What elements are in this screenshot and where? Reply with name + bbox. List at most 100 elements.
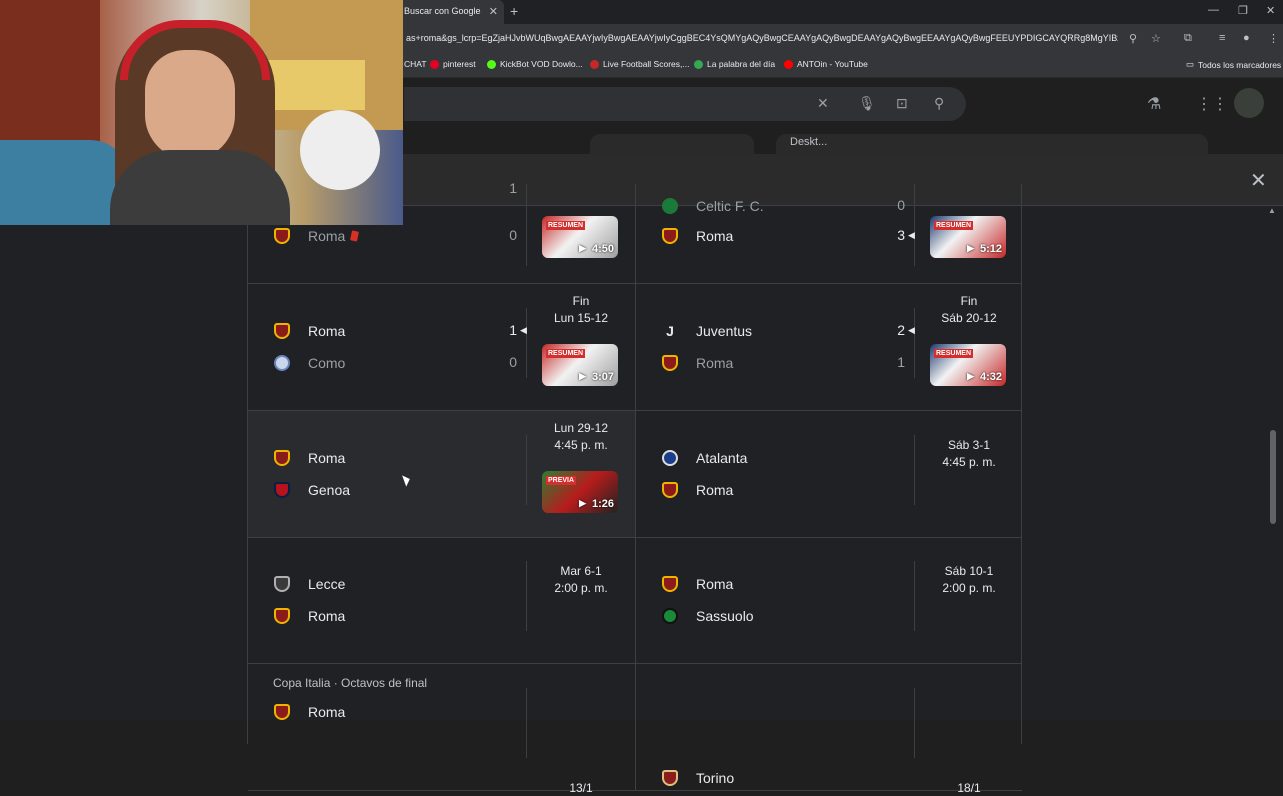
apps-grid-icon[interactable]: ⋮⋮ <box>1196 94 1228 114</box>
video-badge: RESUMEN <box>934 221 974 230</box>
team-score: 0 <box>509 227 517 243</box>
bookmark-palabra[interactable]: La palabra del día <box>694 59 775 69</box>
url-text[interactable]: as+roma&gs_lcrp=EgZjaHJvbWUqBwgAEAAYjwIy… <box>406 33 1118 43</box>
match-date: 13/1 <box>569 781 593 795</box>
winner-arrow-icon: ◀ <box>908 325 915 335</box>
folder-icon: ▭ <box>1186 59 1195 69</box>
video-duration: 4:32 <box>979 371 1002 383</box>
match-card[interactable]: Roma Sassuolo Sáb 10-1 2:00 p. m. <box>635 537 1022 664</box>
column-divider <box>914 184 915 266</box>
media-icon[interactable]: ≡ <box>1219 32 1225 44</box>
team-row: Roma <box>662 478 733 502</box>
team-row: Como <box>274 351 345 375</box>
match-date: Sáb 20-12 <box>941 311 997 325</box>
tab-title: Buscar con Google <box>404 6 481 16</box>
match-card[interactable]: Roma 1 ◀ Como 0 Fin Lun 15-12 RESUMEN 3:07 ▶ <box>248 284 635 411</box>
flask-icon[interactable]: ⚗ <box>1147 94 1161 114</box>
video-duration: 3:07 <box>591 371 614 383</box>
avatar[interactable] <box>1234 88 1264 118</box>
palabra-icon <box>694 59 703 69</box>
star-icon[interactable]: ☆ <box>1151 32 1161 45</box>
team-name: Roma <box>308 323 346 339</box>
roma-crest-icon <box>662 482 678 498</box>
match-card[interactable]: Celtic F. C. 0 Roma 3 ◀ RESUMEN 5:12 ▶ <box>635 184 1022 284</box>
scrollbar-thumb[interactable] <box>1270 430 1276 524</box>
play-icon: ▶ <box>967 371 974 381</box>
result-pill[interactable]: Deskt... <box>776 134 1208 154</box>
bookmark-chat[interactable]: CHAT <box>404 59 427 69</box>
competition-label: Copa Italia · Octavos de final <box>273 676 428 690</box>
bookmark-live-scores[interactable]: Live Football Scores,... <box>590 59 689 69</box>
close-icon[interactable]: ✕ <box>489 5 498 18</box>
roma-crest-icon <box>662 576 678 592</box>
new-tab-icon[interactable]: + <box>510 3 518 19</box>
minimize-icon[interactable]: — <box>1208 4 1219 16</box>
scroll-up-icon[interactable]: ▲ <box>1268 206 1276 215</box>
team-name: Sassuolo <box>696 608 754 624</box>
team-row: Atalanta <box>662 446 747 470</box>
team-row: Roma <box>274 446 345 470</box>
torino-crest-icon <box>662 770 678 786</box>
bookmark-kickbot[interactable]: KickBot VOD Dowlo... <box>487 59 583 69</box>
roma-crest-icon <box>274 323 290 339</box>
bookmark-youtube[interactable]: ANTOin - YouTube <box>784 59 868 69</box>
profile-icon[interactable]: ● <box>1243 32 1250 44</box>
match-date: Sáb 10-1 <box>944 564 994 578</box>
close-icon[interactable]: ✕ <box>1250 168 1267 193</box>
match-card[interactable]: Lecce Roma Mar 6-1 2:00 p. m. <box>248 537 635 664</box>
team-score: 2 <box>897 322 905 338</box>
team-row: Roma <box>662 572 733 596</box>
team-row: Roma <box>274 604 345 628</box>
youtube-icon <box>784 59 793 69</box>
team-name: Roma <box>696 576 734 592</box>
roma-crest-icon <box>274 228 290 244</box>
roma-crest-icon <box>274 450 290 466</box>
video-thumbnail[interactable]: RESUMEN 4:50 ▶ <box>542 216 618 258</box>
match-card[interactable]: Roma Genoa Lun 29-12 4:45 p. m. PREVIA 1:26 ▶ <box>248 411 635 538</box>
column-divider <box>526 688 527 758</box>
team-name: Roma <box>308 704 346 720</box>
match-time: 2:00 p. m. <box>554 581 608 595</box>
team-name: Torino <box>696 770 735 786</box>
play-icon: ▶ <box>579 371 586 381</box>
match-card[interactable]: Copa Italia · Octavos de final Roma 13/1 <box>248 664 635 795</box>
search-input[interactable] <box>404 87 966 121</box>
como-crest-icon <box>274 355 290 371</box>
match-card[interactable]: Atalanta Roma Sáb 3-1 4:45 p. m. <box>635 411 1022 538</box>
column-divider <box>914 688 915 758</box>
lecce-crest-icon <box>274 576 290 592</box>
search-icon[interactable]: ⚲ <box>934 95 944 112</box>
video-badge: RESUMEN <box>934 349 974 358</box>
red-card-icon <box>350 230 360 242</box>
team-row: Roma <box>662 224 733 248</box>
match-card[interactable]: J Juventus 2 ◀ Roma 1 Fin Sáb 20-12 RESUMEN 4:32 ▶ <box>635 284 1022 411</box>
team-name: Roma <box>308 608 346 624</box>
video-badge: RESUMEN <box>546 349 586 358</box>
bookmark-pinterest[interactable]: pinterest <box>430 59 476 69</box>
team-row: Roma <box>662 351 733 375</box>
team-score: 1 <box>509 180 517 196</box>
video-thumbnail[interactable]: RESUMEN 5:12 ▶ <box>930 216 1006 258</box>
camera-icon[interactable]: ⊡ <box>896 95 908 112</box>
match-date: Lun 15-12 <box>553 311 609 325</box>
window-close-icon[interactable]: ✕ <box>1266 4 1275 17</box>
all-bookmarks[interactable]: ▭ Todos los marcadores <box>1186 59 1281 70</box>
team-name: Como <box>308 355 346 371</box>
result-pill[interactable] <box>590 134 754 154</box>
video-duration: 1:26 <box>591 498 614 510</box>
play-icon: ▶ <box>967 243 974 253</box>
menu-icon[interactable]: ⋮ <box>1268 32 1279 45</box>
match-card[interactable]: Torino 18/1 <box>635 664 1022 795</box>
video-thumbnail[interactable]: RESUMEN 4:32 ▶ <box>930 344 1006 386</box>
juve-crest-icon: J <box>666 323 674 339</box>
video-thumbnail[interactable]: PREVIA 1:26 ▶ <box>542 471 618 513</box>
extensions-icon[interactable]: ⧉ <box>1184 32 1192 45</box>
team-row: Roma <box>274 319 345 343</box>
video-thumbnail[interactable]: RESUMEN 3:07 ▶ <box>542 344 618 386</box>
mic-icon[interactable]: 🎙 <box>858 95 876 112</box>
match-date: 18/1 <box>957 781 981 795</box>
clear-search-icon[interactable]: ✕ <box>817 95 829 112</box>
zoom-icon[interactable]: ⚲ <box>1129 32 1137 45</box>
maximize-icon[interactable]: ❐ <box>1238 4 1248 17</box>
browser-tab[interactable]: Buscar con Google ✕ <box>398 0 504 24</box>
